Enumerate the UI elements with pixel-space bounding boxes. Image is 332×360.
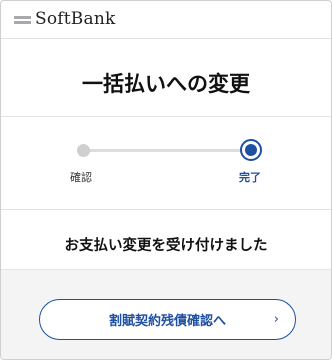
header: SoftBank: [1, 1, 331, 39]
step-label-complete: 完了: [239, 171, 261, 184]
step-indicator-confirm: [77, 144, 90, 157]
button-label: 割賦契約残債確認へ: [108, 314, 226, 329]
completion-message: お支払い変更を受け付けました: [64, 238, 268, 254]
step-indicator-complete: [240, 139, 262, 161]
divider: [1, 209, 331, 210]
page-title: 一括払いへの変更: [82, 72, 250, 96]
brand-logo-text: SoftBank: [35, 9, 116, 29]
page-frame: SoftBank 一括払いへの変更 確認 完了 お支払い変更を受け付けました 割…: [0, 0, 332, 360]
divider: [1, 116, 331, 117]
chevron-right-icon: ›: [273, 312, 279, 327]
installment-balance-check-button[interactable]: 割賦契約残債確認へ ›: [39, 299, 296, 340]
softbank-logo-icon: [14, 16, 31, 26]
step-label-confirm: 確認: [70, 171, 92, 184]
stepper-track: [83, 149, 251, 152]
